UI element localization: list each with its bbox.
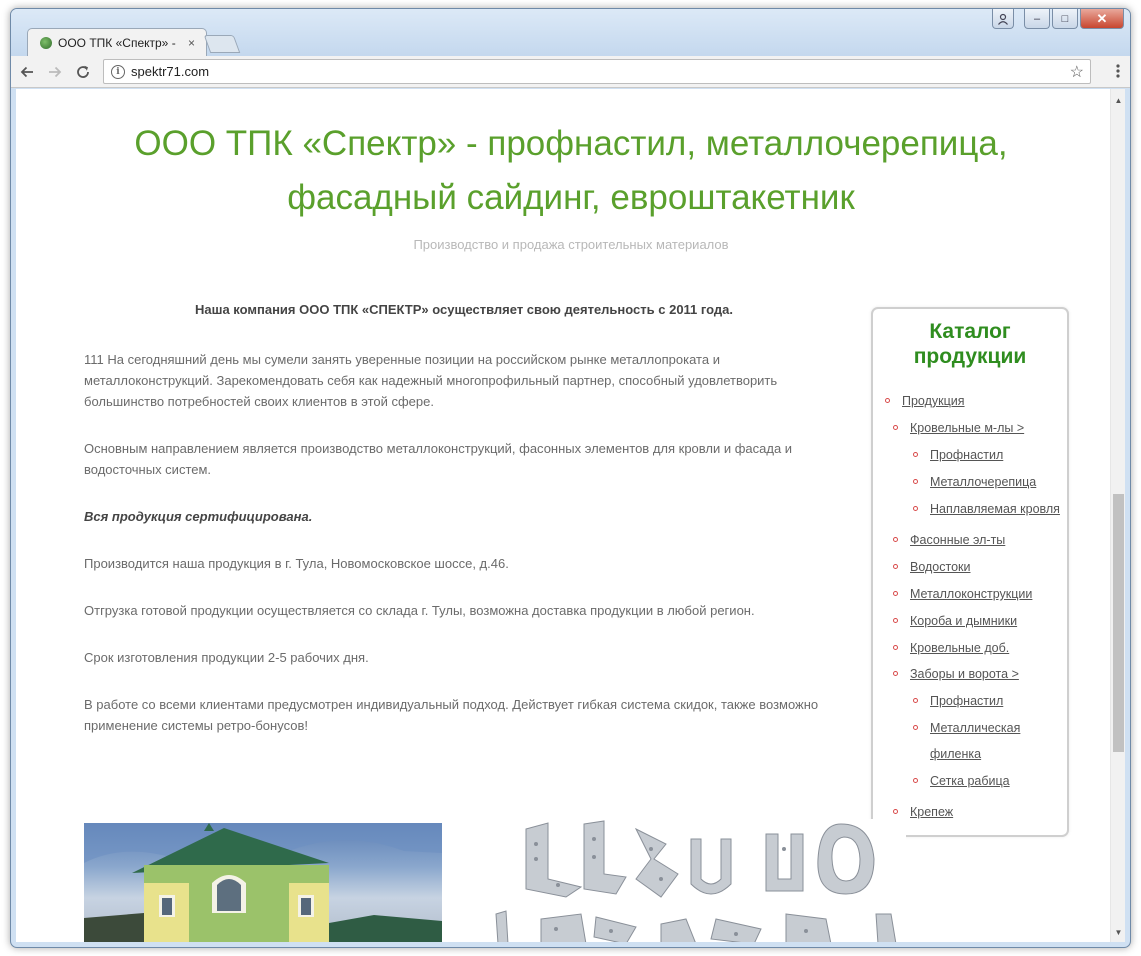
scroll-down-icon[interactable]: ▼ bbox=[1111, 925, 1125, 940]
catalog-heading: Каталог продукции bbox=[879, 315, 1061, 373]
bullet-icon bbox=[893, 671, 898, 676]
bullet-icon bbox=[893, 645, 898, 650]
forward-icon[interactable] bbox=[43, 60, 67, 84]
reload-icon[interactable] bbox=[71, 60, 95, 84]
bullet-icon bbox=[913, 452, 918, 457]
main-content: Наша компания ООО ТПК «СПЕКТР» осуществл… bbox=[84, 299, 844, 762]
browser-window: – □ ✕ ООО ТПК «Спектр» - пр × i spektr71… bbox=[10, 8, 1131, 948]
user-icon[interactable] bbox=[992, 9, 1014, 29]
fasteners-photo bbox=[486, 819, 906, 942]
tab-close-icon[interactable]: × bbox=[188, 36, 195, 50]
bullet-icon bbox=[913, 698, 918, 703]
scroll-up-icon[interactable]: ▲ bbox=[1111, 93, 1125, 108]
bookmark-star-icon[interactable]: ☆ bbox=[1070, 62, 1084, 82]
browser-menu-icon[interactable] bbox=[1116, 63, 1120, 83]
intro-text: Наша компания ООО ТПК «СПЕКТР» осуществл… bbox=[194, 302, 734, 317]
back-icon[interactable] bbox=[15, 60, 39, 84]
browser-tab[interactable]: ООО ТПК «Спектр» - пр × bbox=[27, 28, 207, 56]
house-photo bbox=[84, 823, 442, 942]
bullet-icon bbox=[893, 537, 898, 542]
new-tab-button[interactable] bbox=[203, 35, 241, 53]
bullet-icon bbox=[913, 479, 918, 484]
web-page: ООО ТПК «Спектр» - профнастил, металлоче… bbox=[16, 89, 1110, 942]
window-controls: – □ ✕ bbox=[992, 9, 1124, 29]
bullet-icon bbox=[893, 618, 898, 623]
bullet-icon bbox=[913, 778, 918, 783]
maximize-button[interactable]: □ bbox=[1052, 9, 1078, 29]
paragraph-1: 111 На сегодняшний день мы сумели занять… bbox=[84, 352, 778, 409]
bullet-icon bbox=[893, 591, 898, 596]
site-title[interactable]: ООО ТПК «Спектр» - профнастил, металлоче… bbox=[46, 117, 1096, 225]
address-bar[interactable]: i spektr71.com ☆ bbox=[103, 59, 1091, 84]
title-bar: – □ ✕ ООО ТПК «Спектр» - пр × bbox=[11, 9, 1130, 56]
info-icon[interactable]: i bbox=[111, 64, 125, 79]
paragraph-certified: Вся продукция сертифицирована. bbox=[84, 509, 313, 524]
bullet-icon bbox=[913, 725, 918, 730]
bullet-icon bbox=[913, 506, 918, 511]
paragraph-7: В работе со всеми клиентами предусмотрен… bbox=[84, 697, 819, 733]
favicon-icon bbox=[40, 36, 52, 49]
paragraph-6: Срок изготовления продукции 2-5 рабочих … bbox=[84, 650, 369, 665]
bullet-icon bbox=[893, 809, 898, 814]
paragraph-2: Основным направлением является производс… bbox=[84, 441, 793, 477]
bullet-icon bbox=[885, 398, 890, 403]
vertical-scrollbar[interactable]: ▲ ▼ bbox=[1110, 89, 1125, 942]
paragraph-4: Производится наша продукция в г. Тула, Н… bbox=[84, 556, 509, 571]
scrollbar-thumb[interactable] bbox=[1113, 494, 1124, 752]
close-button[interactable]: ✕ bbox=[1080, 9, 1124, 29]
tab-title: ООО ТПК «Спектр» - пр bbox=[58, 35, 178, 50]
url-text[interactable]: spektr71.com bbox=[131, 64, 1070, 79]
site-tagline: Производство и продажа строительных мате… bbox=[413, 237, 729, 252]
catalog-sidebar: Каталог продукции Продукция Кровельные м… bbox=[871, 307, 1069, 837]
page-viewport: ООО ТПК «Спектр» - профнастил, металлоче… bbox=[16, 89, 1125, 942]
paragraph-5: Отгрузка готовой продукции осуществляетс… bbox=[84, 603, 755, 618]
browser-toolbar: i spektr71.com ☆ bbox=[11, 56, 1130, 88]
minimize-button[interactable]: – bbox=[1024, 9, 1050, 29]
bullet-icon bbox=[893, 564, 898, 569]
bullet-icon bbox=[893, 425, 898, 430]
